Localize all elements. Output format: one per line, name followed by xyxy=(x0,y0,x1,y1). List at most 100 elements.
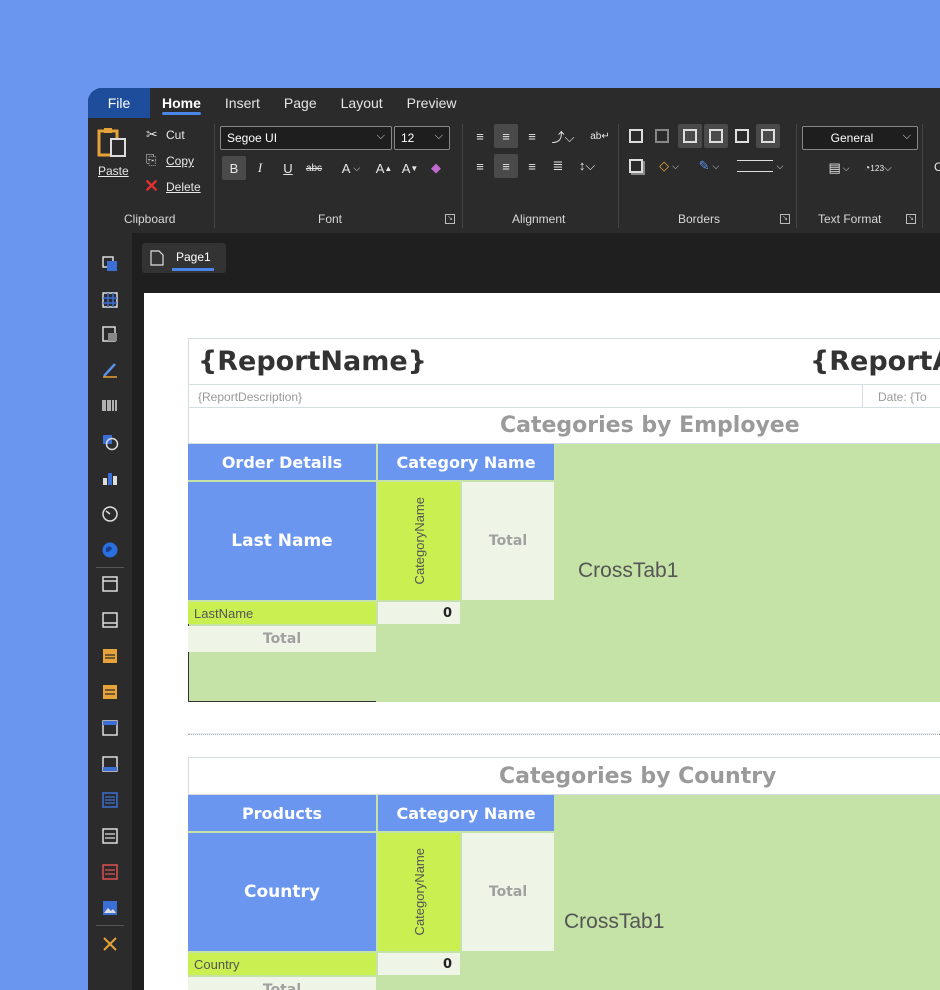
report-name-field[interactable]: {ReportName} xyxy=(198,346,427,377)
shapes-icon[interactable] xyxy=(101,433,119,451)
list-band-icon[interactable] xyxy=(101,791,119,809)
crosstab-header-right[interactable]: Category Name xyxy=(378,444,554,480)
crosstab-employee[interactable]: Order Details Category Name Last Name Ca… xyxy=(188,444,940,702)
table-icon[interactable] xyxy=(101,291,119,309)
tab-layout[interactable]: Layout xyxy=(329,88,395,118)
copy-button[interactable]: ⎘ Copy xyxy=(144,152,204,172)
crosstab-value-cell[interactable]: 0 xyxy=(378,602,460,624)
underline-button[interactable]: U xyxy=(276,156,300,180)
page-footer-band-icon[interactable] xyxy=(101,611,119,629)
band-separator xyxy=(188,734,940,735)
section-title-country[interactable]: Categories by Country xyxy=(499,764,776,789)
text-orientation-icon[interactable]: ⤴⌵ xyxy=(548,124,578,148)
chart-icon[interactable] xyxy=(101,469,119,487)
menu-bar: File Home Insert Page Layout Preview xyxy=(88,88,940,118)
align-center-icon[interactable]: ≡ xyxy=(494,154,518,178)
line-spacing-icon[interactable]: ↕⌵ xyxy=(572,154,602,178)
border-top-icon[interactable] xyxy=(678,124,702,148)
borders-dialog-launcher-icon[interactable]: ↘ xyxy=(780,214,790,224)
align-top-icon[interactable]: ≡ xyxy=(468,124,492,148)
grow-font-icon[interactable]: A ▲ xyxy=(372,156,396,180)
crosstab-header-right[interactable]: Category Name xyxy=(378,795,554,831)
group-header-icon[interactable] xyxy=(101,719,119,737)
fill-color-icon[interactable]: ◇ ⌵ xyxy=(652,154,686,178)
crosstab-row-total[interactable]: Total xyxy=(188,977,376,990)
tab-page1[interactable]: Page1 xyxy=(142,243,226,273)
tab-insert[interactable]: Insert xyxy=(213,88,272,118)
image-icon[interactable] xyxy=(101,899,119,917)
align-middle-icon[interactable]: ≡ xyxy=(494,124,518,148)
font-size-select[interactable]: 12 ⌵ xyxy=(394,126,450,150)
crosstab-row-field[interactable]: Country xyxy=(188,953,376,975)
crosstab-row-field[interactable]: LastName xyxy=(188,602,376,624)
report-name-right-field[interactable]: {ReportA xyxy=(810,346,940,377)
cut-button[interactable]: ✂ Cut xyxy=(144,126,204,146)
crosstab-header-left[interactable]: Products xyxy=(188,795,376,831)
tab-page1-label: Page1 xyxy=(176,250,211,264)
report-date-field[interactable]: Date: {To xyxy=(878,390,927,404)
paste-button[interactable]: Paste xyxy=(94,126,134,182)
crosstab-column-total[interactable]: Total xyxy=(462,833,554,951)
subreport-icon[interactable] xyxy=(101,325,119,343)
text-band-icon[interactable] xyxy=(101,827,119,845)
font-dialog-launcher-icon[interactable]: ↘ xyxy=(445,214,455,224)
italic-button[interactable]: I xyxy=(248,156,272,180)
tab-preview[interactable]: Preview xyxy=(395,88,469,118)
crosstab-row-total[interactable]: Total xyxy=(188,626,376,652)
font-color-button[interactable]: A ⌵ xyxy=(334,156,368,180)
clear-format-icon[interactable]: ◆ xyxy=(424,156,448,180)
crosstab-column-field[interactable]: CategoryName xyxy=(378,833,460,951)
text-format-dialog-launcher-icon[interactable]: ↘ xyxy=(906,214,916,224)
band-border xyxy=(188,338,189,408)
text-format-select[interactable]: General ⌵ xyxy=(802,126,918,150)
format-icon[interactable]: ▤ ⌵ xyxy=(824,156,854,180)
wrap-text-icon[interactable]: ab↵ xyxy=(588,124,612,148)
file-menu[interactable]: File xyxy=(88,88,150,118)
tab-page[interactable]: Page xyxy=(272,88,329,118)
report-title-band-icon[interactable] xyxy=(101,575,119,593)
bold-button[interactable]: B xyxy=(222,156,246,180)
shrink-font-icon[interactable]: A ▼ xyxy=(398,156,422,180)
gauge-icon[interactable] xyxy=(101,505,119,523)
border-all-icon[interactable] xyxy=(624,124,648,148)
report-canvas[interactable]: {ReportName} {ReportA {ReportDescription… xyxy=(144,293,940,990)
border-color-icon[interactable]: ✎ ⌵ xyxy=(692,154,726,178)
font-family-select[interactable]: Segoe UI ⌵ xyxy=(220,126,392,150)
report-description-field[interactable]: {ReportDescription} xyxy=(198,390,302,404)
pen-icon[interactable] xyxy=(101,361,119,379)
crosstab-row-header[interactable]: Last Name xyxy=(188,482,376,600)
crosstab-header-left[interactable]: Order Details xyxy=(188,444,376,480)
band-border xyxy=(188,338,940,339)
border-right-icon[interactable] xyxy=(756,124,780,148)
tab-home[interactable]: Home xyxy=(150,88,213,118)
child-band-icon[interactable] xyxy=(101,863,119,881)
tools-icon[interactable] xyxy=(101,935,119,953)
crosstab-name-label: CrossTab1 xyxy=(578,559,679,582)
cut-icon: ✂ xyxy=(146,126,158,142)
justify-icon[interactable]: ≣ xyxy=(546,154,570,178)
delete-button[interactable]: ✕ Delete xyxy=(144,176,214,198)
strikethrough-button[interactable]: abc xyxy=(302,156,326,180)
align-bottom-icon[interactable]: ≡ xyxy=(520,124,544,148)
band-border xyxy=(188,757,940,758)
shadow-icon[interactable] xyxy=(624,154,648,178)
header-band-icon[interactable] xyxy=(101,647,119,665)
border-style-icon[interactable]: ⌵ xyxy=(732,154,788,178)
group-footer-icon[interactable] xyxy=(101,755,119,773)
border-bottom-icon[interactable] xyxy=(730,124,754,148)
border-left-icon[interactable] xyxy=(704,124,728,148)
map-icon[interactable] xyxy=(101,541,119,559)
align-right-icon[interactable]: ≡ xyxy=(520,154,544,178)
data-band-icon[interactable] xyxy=(101,683,119,701)
section-title-employee[interactable]: Categories by Employee xyxy=(500,413,800,438)
crosstab-column-field[interactable]: CategoryName xyxy=(378,482,460,600)
crosstab-value-cell[interactable]: 0 xyxy=(378,953,460,975)
crosstab-row-header[interactable]: Country xyxy=(188,833,376,951)
crosstab-column-total[interactable]: Total xyxy=(462,482,554,600)
border-none-icon[interactable] xyxy=(650,124,674,148)
crosstab-country[interactable]: Products Category Name Country CategoryN… xyxy=(188,795,940,990)
number-format-icon[interactable]: ◔ 123 ⌵ xyxy=(860,156,896,180)
align-left-icon[interactable]: ≡ xyxy=(468,154,492,178)
barcode-icon[interactable] xyxy=(101,397,119,415)
components-icon[interactable] xyxy=(101,255,119,273)
